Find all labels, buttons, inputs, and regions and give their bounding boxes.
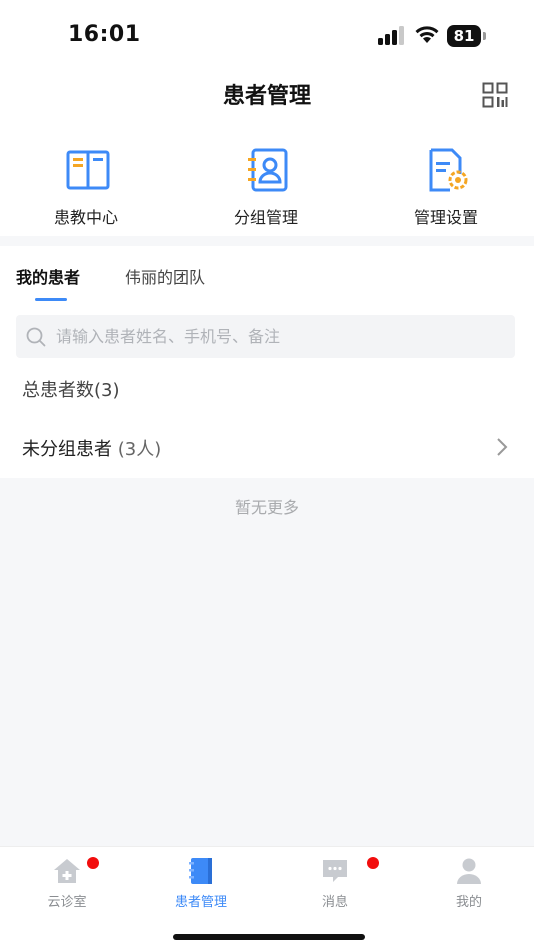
quick-action-label: 患教中心 [53,208,118,227]
battery-tip [483,32,486,40]
tab-my-patients[interactable]: 我的患者 [16,264,80,288]
status-bar: 16:01 81 [0,0,534,70]
home-plus-icon [54,859,80,883]
tab-team[interactable]: 伟丽的团队 [125,264,205,288]
battery-indicator: 81 [447,25,487,47]
search-icon [26,327,46,347]
contact-card-icon [248,148,288,192]
quick-action-management-settings[interactable]: 管理设置 [386,144,506,228]
badge-dot [87,857,99,869]
book-open-icon [66,150,110,190]
chevron-right-icon [497,438,508,456]
group-name: 未分组患者 [22,439,112,460]
page-title: 患者管理 [222,84,311,109]
home-indicator [173,934,365,940]
tab-bar-item-clinic[interactable]: 云诊室 [0,847,134,927]
badge-dot [367,857,379,869]
quick-action-label: 管理设置 [413,208,478,227]
tab-bar-label: 患者管理 [174,895,227,910]
battery-level: 81 [447,25,481,47]
user-icon [457,858,481,884]
list-end-text: 暂无更多 [234,498,299,517]
document-gear-icon [429,148,468,192]
tab-bar-item-patient-management[interactable]: 患者管理 [134,847,268,927]
chat-bubble-icon [323,860,347,882]
total-patient-count: 总患者数(3) [22,380,120,401]
wifi-icon [415,26,439,43]
tab-bar-label: 我的 [455,895,482,910]
search-box[interactable] [16,315,515,358]
status-time: 16:01 [68,22,141,47]
search-input[interactable] [56,315,496,358]
quick-action-group-management[interactable]: 分组管理 [206,144,326,228]
quick-action-education-center[interactable]: 患教中心 [26,144,146,228]
tab-bar-item-profile[interactable]: 我的 [402,847,534,927]
tab-bar-item-messages[interactable]: 消息 [268,847,402,927]
group-row-ungrouped[interactable]: 未分组患者 (3人) [0,420,534,474]
patient-notebook-icon [189,858,212,884]
group-count: (3人) [117,439,162,460]
tab-active-indicator [35,298,67,301]
qr-code-icon[interactable] [482,82,508,108]
cellular-signal-icon [378,26,404,45]
group-label: 未分组患者 (3人) [22,435,161,461]
tab-bar-label: 消息 [321,895,348,910]
quick-action-label: 分组管理 [233,208,298,227]
tab-bar-label: 云诊室 [47,895,87,910]
